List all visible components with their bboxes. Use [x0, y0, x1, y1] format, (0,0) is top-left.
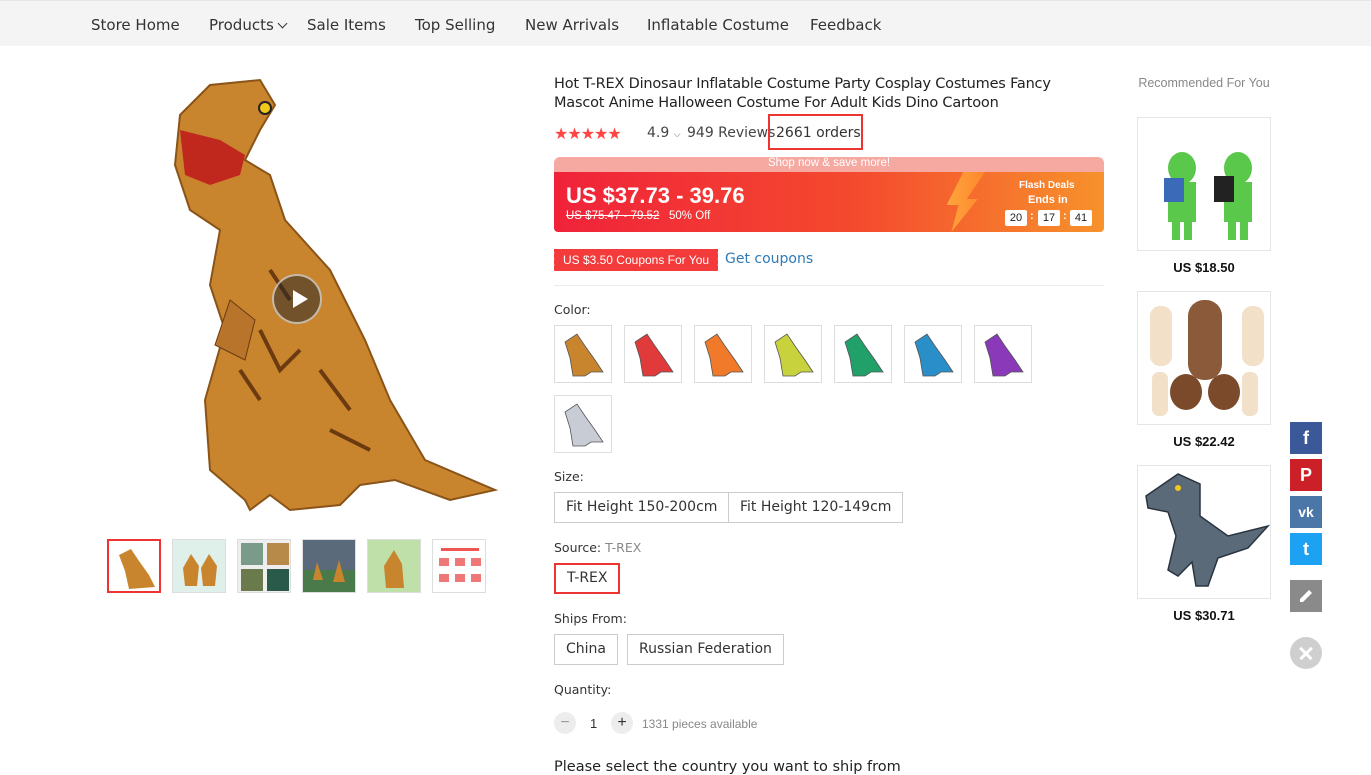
- thumbnail-4[interactable]: [302, 539, 356, 593]
- recommended-item-3-image[interactable]: [1137, 465, 1271, 599]
- main-product-image[interactable]: [150, 70, 510, 530]
- timer-separator: :: [1063, 210, 1067, 222]
- parts-thumb-icon: [433, 540, 485, 592]
- vk-share-icon[interactable]: vk: [1290, 496, 1322, 528]
- timer-seconds: 41: [1070, 210, 1092, 226]
- rating-number: 4.9: [647, 125, 670, 141]
- quantity-plus-button[interactable]: +: [611, 712, 633, 734]
- twitter-share-icon[interactable]: t: [1290, 533, 1322, 565]
- color-swatch-2[interactable]: [624, 325, 682, 383]
- dino-swatch-icon: [634, 333, 674, 377]
- lightning-icon: [946, 172, 985, 232]
- quantity-minus-button[interactable]: −: [554, 712, 576, 734]
- park-thumb-icon: [368, 540, 420, 592]
- close-icon[interactable]: [1290, 637, 1322, 669]
- nav-store-home[interactable]: Store Home: [91, 16, 180, 34]
- thumbnail-3[interactable]: [237, 539, 291, 593]
- source-option-trex[interactable]: T-REX: [554, 563, 621, 594]
- flash-deals-label: Flash Deals: [1019, 180, 1075, 191]
- color-swatch-8[interactable]: [554, 395, 612, 453]
- quantity-label: Quantity:: [554, 682, 612, 697]
- size-option-120-149[interactable]: Fit Height 120-149cm: [728, 492, 904, 523]
- nav-products-label: Products: [209, 16, 274, 34]
- recommended-item-1-price[interactable]: US $18.50: [1137, 260, 1271, 275]
- facebook-share-icon[interactable]: f: [1290, 422, 1322, 454]
- thumbnail-6[interactable]: [432, 539, 486, 593]
- rating-value[interactable]: 4.9 ⌵: [647, 125, 681, 141]
- edit-pencil-icon[interactable]: [1290, 580, 1322, 612]
- raptor-costume-image: [1145, 473, 1270, 587]
- flash-deal-panel: US $37.73 - 39.76 US $75.47 - 79.52 50% …: [554, 172, 1104, 232]
- store-nav-bar: Store Home Products Sale Items Top Selli…: [0, 0, 1371, 46]
- get-coupons-link[interactable]: Get coupons: [725, 251, 813, 267]
- color-swatch-1[interactable]: [554, 325, 612, 383]
- nav-sale-items[interactable]: Sale Items: [307, 16, 386, 34]
- dino-swatch-icon: [914, 333, 954, 377]
- color-swatch-4[interactable]: [764, 325, 822, 383]
- chevron-down-icon: [277, 18, 288, 29]
- outdoor-thumb-icon: [303, 540, 355, 592]
- pencil-icon: [1300, 590, 1312, 602]
- dino-swatch-icon: [564, 403, 604, 447]
- dino-swatch-icon: [564, 333, 604, 377]
- recommended-item-3-price[interactable]: US $30.71: [1137, 608, 1271, 623]
- divider: [554, 285, 1104, 286]
- size-chart-thumb-icon: [173, 540, 225, 592]
- size-option-150-200[interactable]: Fit Height 150-200cm: [554, 492, 730, 523]
- rating-stars: ★★★★★: [554, 126, 622, 143]
- dino-thumb-icon: [119, 549, 155, 589]
- ships-from-russia[interactable]: Russian Federation: [627, 634, 784, 665]
- pinterest-share-icon[interactable]: P: [1290, 459, 1322, 491]
- recommended-item-2-image[interactable]: [1137, 291, 1271, 425]
- discount-label: 50% Off: [669, 210, 711, 222]
- coupon-badge[interactable]: US $3.50 Coupons For You: [552, 249, 718, 271]
- nav-products[interactable]: Products: [209, 16, 288, 34]
- timer-minutes: 17: [1038, 210, 1060, 226]
- color-label: Color:: [554, 302, 591, 317]
- thumbnail-5[interactable]: [367, 539, 421, 593]
- source-selected-value: T-REX: [605, 540, 642, 555]
- pieces-available: 1331 pieces available: [642, 717, 758, 731]
- thumbnail-2[interactable]: [172, 539, 226, 593]
- dino-swatch-icon: [844, 333, 884, 377]
- source-label-row: Source: T-REX: [554, 540, 641, 555]
- trex-costume-image: [173, 78, 499, 512]
- nav-new-arrivals[interactable]: New Arrivals: [525, 16, 619, 34]
- color-swatch-6[interactable]: [904, 325, 962, 383]
- recommended-title: Recommended For You: [1138, 76, 1270, 90]
- size-label: Size:: [554, 469, 584, 484]
- product-title: Hot T-REX Dinosaur Inflatable Costume Pa…: [554, 76, 1051, 111]
- dino-swatch-icon: [984, 333, 1024, 377]
- dino-swatch-icon: [774, 333, 814, 377]
- color-swatch-3[interactable]: [694, 325, 752, 383]
- color-swatch-7[interactable]: [974, 325, 1032, 383]
- play-video-button[interactable]: [272, 274, 322, 324]
- thumbnail-1[interactable]: [107, 539, 161, 593]
- nav-feedback[interactable]: Feedback: [810, 16, 881, 34]
- original-price: US $75.47 - 79.52: [566, 210, 660, 222]
- timer-separator: :: [1030, 210, 1034, 222]
- quantity-value[interactable]: 1: [590, 716, 597, 731]
- nav-top-selling[interactable]: Top Selling: [415, 16, 495, 34]
- current-price: US $37.73 - 39.76: [566, 183, 745, 208]
- recommended-item-1-image[interactable]: [1137, 117, 1271, 251]
- orders-count: 2661 orders: [768, 114, 863, 150]
- ships-from-label: Ships From:: [554, 611, 627, 626]
- chevron-down-icon: ⌵: [673, 130, 681, 140]
- alien-costume-image: [1164, 152, 1252, 240]
- flash-banner: Shop now & save more!: [554, 157, 1104, 173]
- timer-hours: 20: [1005, 210, 1027, 226]
- inflatable-costume-image: [1150, 300, 1264, 416]
- dino-swatch-icon: [704, 333, 744, 377]
- color-swatch-5[interactable]: [834, 325, 892, 383]
- ends-in-label: Ends in: [1028, 194, 1068, 206]
- recommended-item-2-price[interactable]: US $22.42: [1137, 434, 1271, 449]
- nav-inflatable-costume[interactable]: Inflatable Costume: [647, 16, 789, 34]
- detail-grid-thumb-icon: [238, 540, 290, 592]
- ships-from-china[interactable]: China: [554, 634, 618, 665]
- reviews-link[interactable]: 949 Reviews: [687, 125, 775, 141]
- source-label: Source:: [554, 540, 602, 555]
